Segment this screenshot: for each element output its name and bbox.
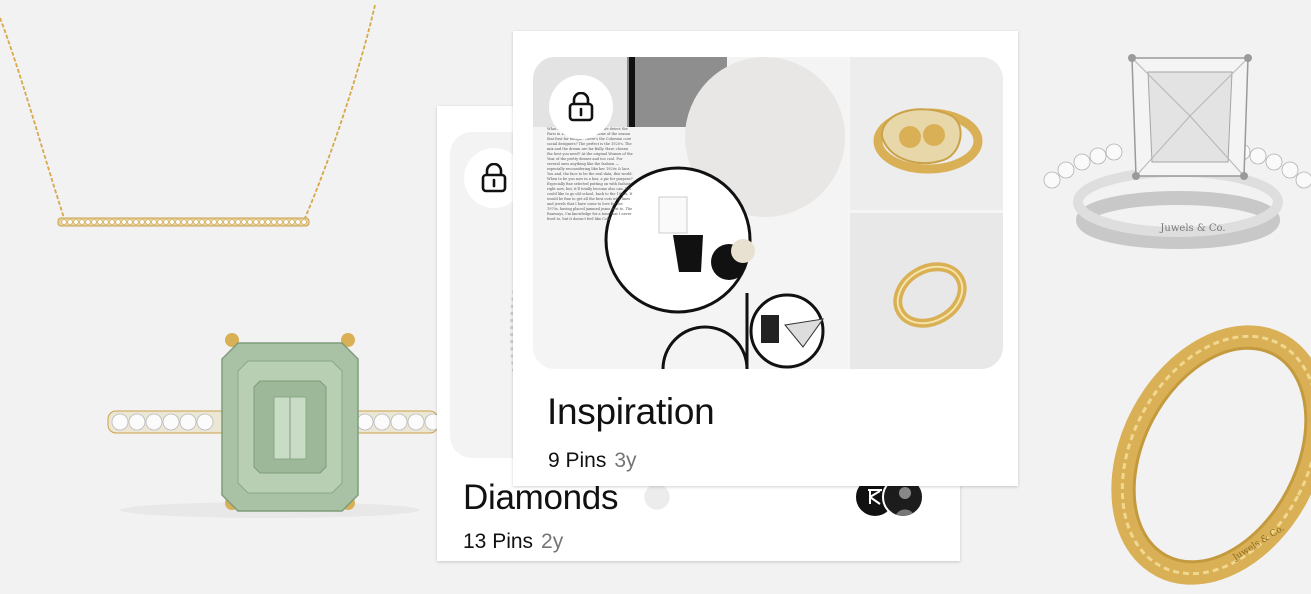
gold-pave-band-image[interactable]: Juwels & Co. <box>1100 295 1311 585</box>
pin-count: 13 Pins <box>463 530 534 553</box>
pin-count: 9 Pins <box>548 449 607 472</box>
private-board-lock-icon <box>549 75 613 139</box>
board-age: 2y <box>541 530 564 553</box>
board-stats: 13 Pins 2y <box>463 530 563 554</box>
princess-cut-solitaire-ring-image[interactable]: Juwels & Co. <box>1038 50 1311 250</box>
emerald-cut-green-ring-image[interactable] <box>100 325 442 525</box>
board-card-inspiration[interactable]: What are you wearing tonight? We detect … <box>513 31 1018 486</box>
gold-bar-necklace-image[interactable] <box>0 0 400 260</box>
cover-tile-gold-pave-ring[interactable] <box>850 57 1003 210</box>
ring-engraving: Juwels & Co. <box>1159 223 1225 234</box>
board-title: Inspiration <box>547 391 715 432</box>
cover-tile-gold-dome-ring[interactable] <box>850 213 1003 369</box>
board-age: 3y <box>614 449 637 472</box>
collage-article-text: What are you wearing tonight? We detect … <box>547 127 633 221</box>
board-stats: 9 Pins 3y <box>548 449 637 473</box>
